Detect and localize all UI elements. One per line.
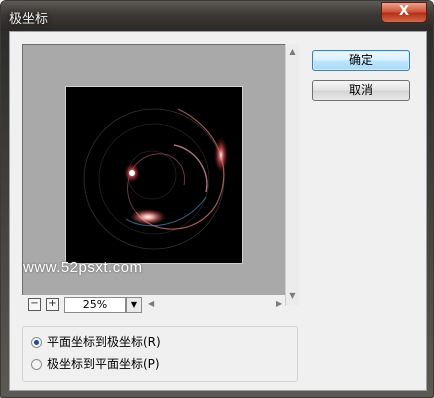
scroll-left-icon[interactable]: ◀ (148, 297, 154, 311)
title-bar[interactable]: 极坐标 X (1, 1, 433, 31)
preview-image[interactable] (65, 86, 243, 264)
option-polar-to-rect[interactable]: 极坐标到平面坐标(P) (31, 355, 160, 373)
scroll-down-icon[interactable]: ▼ (286, 290, 299, 302)
zoom-bar: − + 25% ▼ ◀ ▶ (22, 295, 284, 313)
ok-button[interactable]: 确定 (312, 50, 410, 71)
conversion-options-group: 平面坐标到极坐标(R) 极坐标到平面坐标(P) (22, 326, 298, 382)
option-rect-to-polar[interactable]: 平面坐标到极坐标(R) (31, 333, 161, 351)
polar-coordinates-dialog: 极坐标 X www.52psxt.com ▲ ▼ − + 25% ▼ ◀ ▶ 确… (0, 0, 434, 398)
preview-vertical-scrollbar[interactable]: ▲ ▼ (285, 44, 299, 306)
zoom-out-button[interactable]: − (28, 298, 41, 311)
watermark-text: www.52psxt.com (23, 259, 143, 276)
option-polar-to-rect-label: 极坐标到平面坐标(P) (47, 357, 160, 371)
scroll-up-icon[interactable]: ▲ (286, 46, 299, 58)
zoom-in-button[interactable]: + (46, 298, 59, 311)
dialog-title: 极坐标 (9, 12, 49, 27)
radio-polar-to-rect[interactable] (31, 359, 42, 370)
cancel-button[interactable]: 取消 (312, 80, 410, 101)
preview-panel[interactable]: www.52psxt.com (22, 44, 285, 295)
zoom-dropdown-icon[interactable]: ▼ (126, 297, 142, 313)
close-button[interactable]: X (381, 2, 427, 23)
scroll-right-icon[interactable]: ▶ (276, 297, 282, 311)
radio-rect-to-polar[interactable] (31, 337, 42, 348)
zoom-level-field[interactable]: 25% (64, 297, 126, 313)
option-rect-to-polar-label: 平面坐标到极坐标(R) (47, 335, 161, 349)
polar-swirl-graphic (83, 108, 228, 250)
close-icon: X (398, 4, 410, 19)
dialog-body: www.52psxt.com ▲ ▼ − + 25% ▼ ◀ ▶ 确定 取消 平… (9, 31, 427, 391)
